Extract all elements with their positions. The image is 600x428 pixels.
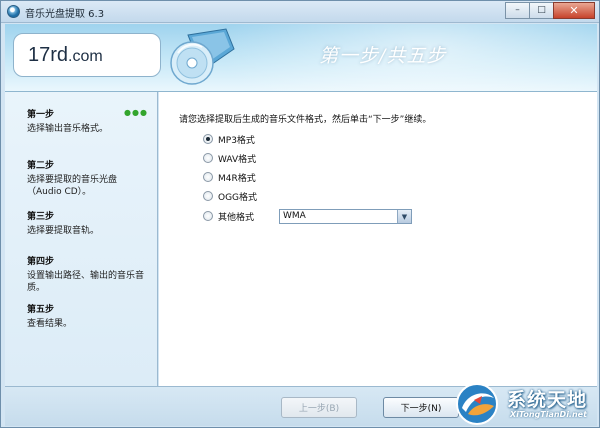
watermark-globe-logo <box>456 383 498 425</box>
format-label: 其他格式 <box>218 212 255 223</box>
logo-text: 17rd.com <box>28 44 103 67</box>
previous-step-button[interactable]: 上一步(B) <box>281 397 357 418</box>
window-title: 音乐光盘提取 6.3 <box>25 9 105 20</box>
step-name: 第一步 <box>27 110 55 120</box>
window-controls: – □ ✕ <box>505 2 595 19</box>
watermark-url: XiTongTianDi.net <box>510 410 587 419</box>
other-format-value: WMA <box>283 211 306 221</box>
radio-other[interactable] <box>203 211 213 221</box>
header-banner: 17rd.com 第一步/共五步 <box>5 24 597 92</box>
logo-main: 17rd <box>28 44 69 66</box>
step-desc: 选择输出音乐格式。 <box>27 124 109 134</box>
format-label: OGG格式 <box>218 192 258 203</box>
other-format-select[interactable]: WMA ▼ <box>279 209 412 224</box>
maximize-button[interactable]: □ <box>529 2 554 19</box>
radio-wav[interactable] <box>203 153 213 163</box>
format-option-m4r[interactable]: M4R格式 <box>203 170 256 184</box>
sidebar-step-4: 第四步 设置输出路径、输出的音乐音质。 <box>27 254 151 294</box>
radio-m4r[interactable] <box>203 172 213 182</box>
step-name: 第三步 <box>27 212 55 222</box>
steps-sidebar: ●●● 第一步 选择输出音乐格式。 第二步 选择要提取的音乐光盘（Audio C… <box>5 92 158 386</box>
format-option-ogg[interactable]: OGG格式 <box>203 189 257 203</box>
title-bar[interactable]: 音乐光盘提取 6.3 – □ ✕ <box>1 1 599 23</box>
close-button[interactable]: ✕ <box>553 2 595 19</box>
logo-suffix: .com <box>68 48 103 65</box>
site-watermark: 系统天地 XiTongTianDi.net <box>447 379 600 428</box>
app-cd-icon <box>7 5 20 18</box>
step-name: 第五步 <box>27 305 55 315</box>
watermark-title: 系统天地 <box>507 389 588 411</box>
format-option-mp3[interactable]: MP3格式 <box>203 132 255 146</box>
step-name: 第二步 <box>27 161 55 171</box>
radio-mp3[interactable] <box>203 134 213 144</box>
site-logo: 17rd.com <box>13 33 161 77</box>
app-window: 音乐光盘提取 6.3 – □ ✕ 17rd.com 第一步/共五步 ●●● 第一… <box>0 0 600 428</box>
sidebar-step-2: 第二步 选择要提取的音乐光盘（Audio CD）。 <box>27 158 151 198</box>
sidebar-step-1: 第一步 选择输出音乐格式。 <box>27 107 151 135</box>
format-selection-panel: 请您选择提取后生成的音乐文件格式，然后单击“下一步”继续。 MP3格式 WAV格… <box>159 92 597 386</box>
format-label: WAV格式 <box>218 154 257 165</box>
format-label: MP3格式 <box>218 135 255 146</box>
format-label: M4R格式 <box>218 173 256 184</box>
chevron-down-icon[interactable]: ▼ <box>397 210 411 223</box>
minimize-button[interactable]: – <box>505 2 530 19</box>
step-desc: 选择要提取的音乐光盘（Audio CD）。 <box>27 175 118 197</box>
sidebar-step-5: 第五步 查看结果。 <box>27 302 151 330</box>
format-option-other[interactable]: 其他格式 <box>203 209 254 223</box>
step-desc: 查看结果。 <box>27 319 73 329</box>
step-desc: 设置输出路径、输出的音乐音质。 <box>27 271 145 293</box>
cd-disc-icon <box>170 28 235 85</box>
step-name: 第四步 <box>27 257 55 267</box>
step-progress-title: 第一步/共五步 <box>319 45 447 67</box>
step-desc: 选择要提取音轨。 <box>27 226 100 236</box>
instruction-text: 请您选择提取后生成的音乐文件格式，然后单击“下一步”继续。 <box>179 115 432 125</box>
sidebar-step-3: 第三步 选择要提取音轨。 <box>27 209 151 237</box>
format-option-wav[interactable]: WAV格式 <box>203 151 256 165</box>
radio-ogg[interactable] <box>203 191 213 201</box>
